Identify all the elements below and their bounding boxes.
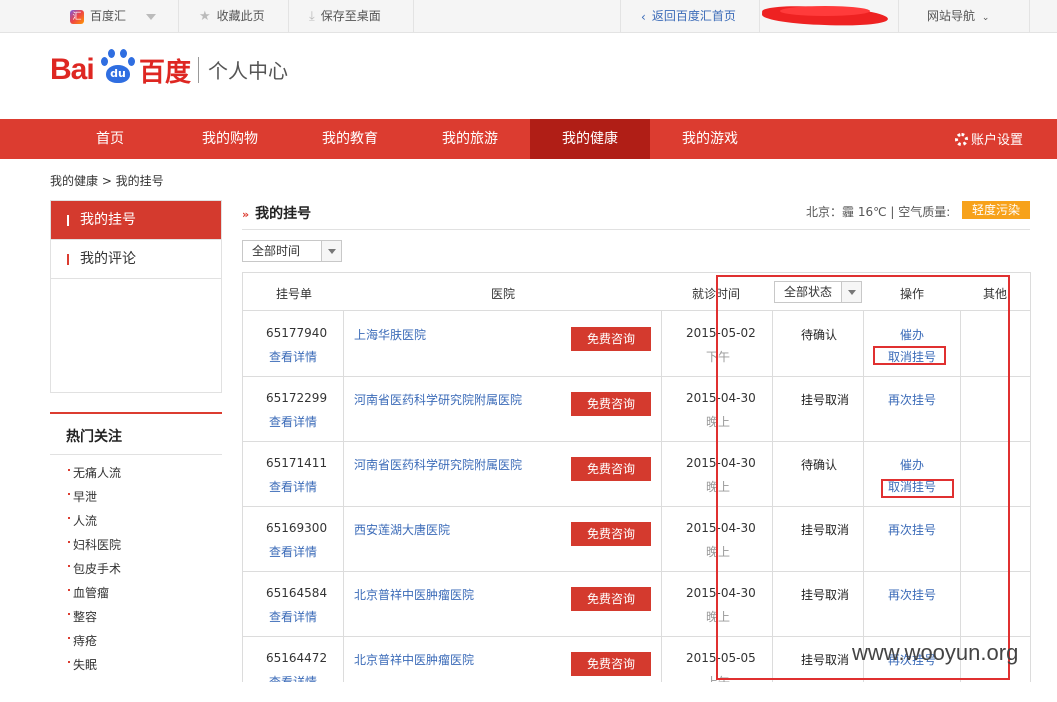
- hot-topic-link[interactable]: 失眠: [68, 656, 97, 673]
- divider: [198, 57, 199, 83]
- view-detail-link[interactable]: 查看详情: [269, 478, 317, 495]
- nav-item-games[interactable]: 我的游戏: [650, 119, 770, 159]
- main-nav: 首页 我的购物 我的教育 我的旅游 我的健康 我的游戏 账户设置: [0, 119, 1057, 159]
- page-title: 个人中心: [208, 59, 288, 83]
- hot-topic-link[interactable]: 早泄: [68, 488, 97, 505]
- hot-topics-title: 热门关注: [66, 429, 122, 445]
- view-detail-link[interactable]: 查看详情: [269, 413, 317, 430]
- chevron-left-icon: ‹: [641, 9, 646, 24]
- annotation-box: [716, 275, 1010, 680]
- divider: [50, 454, 222, 455]
- back-home-link[interactable]: ‹ 返回百度汇首页: [620, 0, 760, 32]
- site-nav-menu[interactable]: 网站导航 ⌄: [898, 0, 1030, 32]
- nav-item-travel[interactable]: 我的旅游: [410, 119, 530, 159]
- marker-bar: [67, 215, 69, 226]
- dropdown-arrow-icon: [321, 241, 341, 261]
- header: Bai du 百度 个人中心: [0, 33, 1057, 119]
- air-quality-badge: 轻度污染: [962, 201, 1030, 219]
- hot-topic-link[interactable]: 人流: [68, 512, 97, 529]
- chevron-down-icon: ⌄: [981, 13, 990, 23]
- breadcrumb: 我的健康 > 我的挂号: [50, 174, 164, 188]
- sidebar-menu: 我的挂号 我的评论: [50, 200, 222, 393]
- hot-topic-link[interactable]: 无痛人流: [68, 464, 121, 481]
- sidebar-item-my-comments[interactable]: 我的评论: [51, 240, 221, 279]
- nav-item-shopping[interactable]: 我的购物: [170, 119, 290, 159]
- nav-item-health[interactable]: 我的健康: [530, 119, 650, 159]
- redaction-scribble: [780, 6, 870, 16]
- chevron-right-icon: »: [242, 208, 250, 221]
- hot-topic-link[interactable]: 痔疮: [68, 632, 97, 649]
- time-filter-select[interactable]: 全部时间: [242, 240, 342, 262]
- view-detail-link[interactable]: 查看详情: [269, 608, 317, 625]
- hospital-link[interactable]: 上海华肤医院: [354, 326, 426, 343]
- hot-topic-link[interactable]: 整容: [68, 608, 97, 625]
- hot-topic-link[interactable]: 包皮手术: [68, 560, 121, 577]
- hot-topic-link[interactable]: 妇科医院: [68, 536, 121, 553]
- save-desktop-button[interactable]: ⤓ 保存至桌面: [289, 0, 414, 32]
- bookmark-button[interactable]: ★ 收藏此页: [179, 0, 289, 32]
- download-icon: ⤓: [309, 8, 315, 24]
- weather-info: 北京：霾 16℃ | 空气质量:: [806, 205, 951, 219]
- annotation-box: [881, 479, 954, 498]
- free-consult-button[interactable]: 免费咨询: [571, 522, 651, 546]
- hospital-link[interactable]: 河南省医药科学研究院附属医院: [354, 456, 522, 473]
- free-consult-button[interactable]: 免费咨询: [571, 457, 651, 481]
- chevron-down-icon: [145, 13, 156, 20]
- hot-topic-link[interactable]: 血管瘤: [68, 584, 109, 601]
- hospital-link[interactable]: 北京普祥中医肿瘤医院: [354, 586, 474, 603]
- star-icon: ★: [199, 8, 211, 24]
- nav-item-home[interactable]: 首页: [50, 119, 170, 159]
- hospital-link[interactable]: 北京普祥中医肿瘤医院: [354, 651, 474, 668]
- divider: [242, 229, 1030, 230]
- paw-icon: du: [100, 49, 136, 85]
- hospital-link[interactable]: 河南省医药科学研究院附属医院: [354, 391, 522, 408]
- nav-item-education[interactable]: 我的教育: [290, 119, 410, 159]
- free-consult-button[interactable]: 免费咨询: [571, 587, 651, 611]
- gear-icon: [955, 133, 968, 146]
- baiduhui-logo-icon: 汇: [70, 9, 84, 24]
- baiduhui-switch[interactable]: 汇百度汇: [0, 0, 179, 32]
- section-title: » 我的挂号: [242, 206, 312, 222]
- hot-topics-panel: 热门关注 无痛人流 早泄 人流 妇科医院 包皮手术 血管瘤 整容 痔疮 失眠: [50, 412, 222, 702]
- marker-bar: [67, 254, 69, 265]
- account-settings-link[interactable]: 账户设置: [955, 119, 1023, 159]
- free-consult-button[interactable]: 免费咨询: [571, 392, 651, 416]
- free-consult-button[interactable]: 免费咨询: [571, 652, 651, 676]
- hospital-link[interactable]: 西安莲湖大唐医院: [354, 521, 450, 538]
- sidebar-item-my-registrations[interactable]: 我的挂号: [51, 201, 221, 240]
- free-consult-button[interactable]: 免费咨询: [571, 327, 651, 351]
- view-detail-link[interactable]: 查看详情: [269, 543, 317, 560]
- watermark: www.wooyun.org: [852, 640, 1019, 665]
- view-detail-link[interactable]: 查看详情: [269, 348, 317, 365]
- top-bar: 汇百度汇 ★ 收藏此页 ⤓ 保存至桌面 ‹ 返回百度汇首页 网站导航 ⌄: [0, 0, 1057, 33]
- annotation-box: [873, 346, 946, 365]
- view-detail-link[interactable]: 查看详情: [269, 673, 317, 682]
